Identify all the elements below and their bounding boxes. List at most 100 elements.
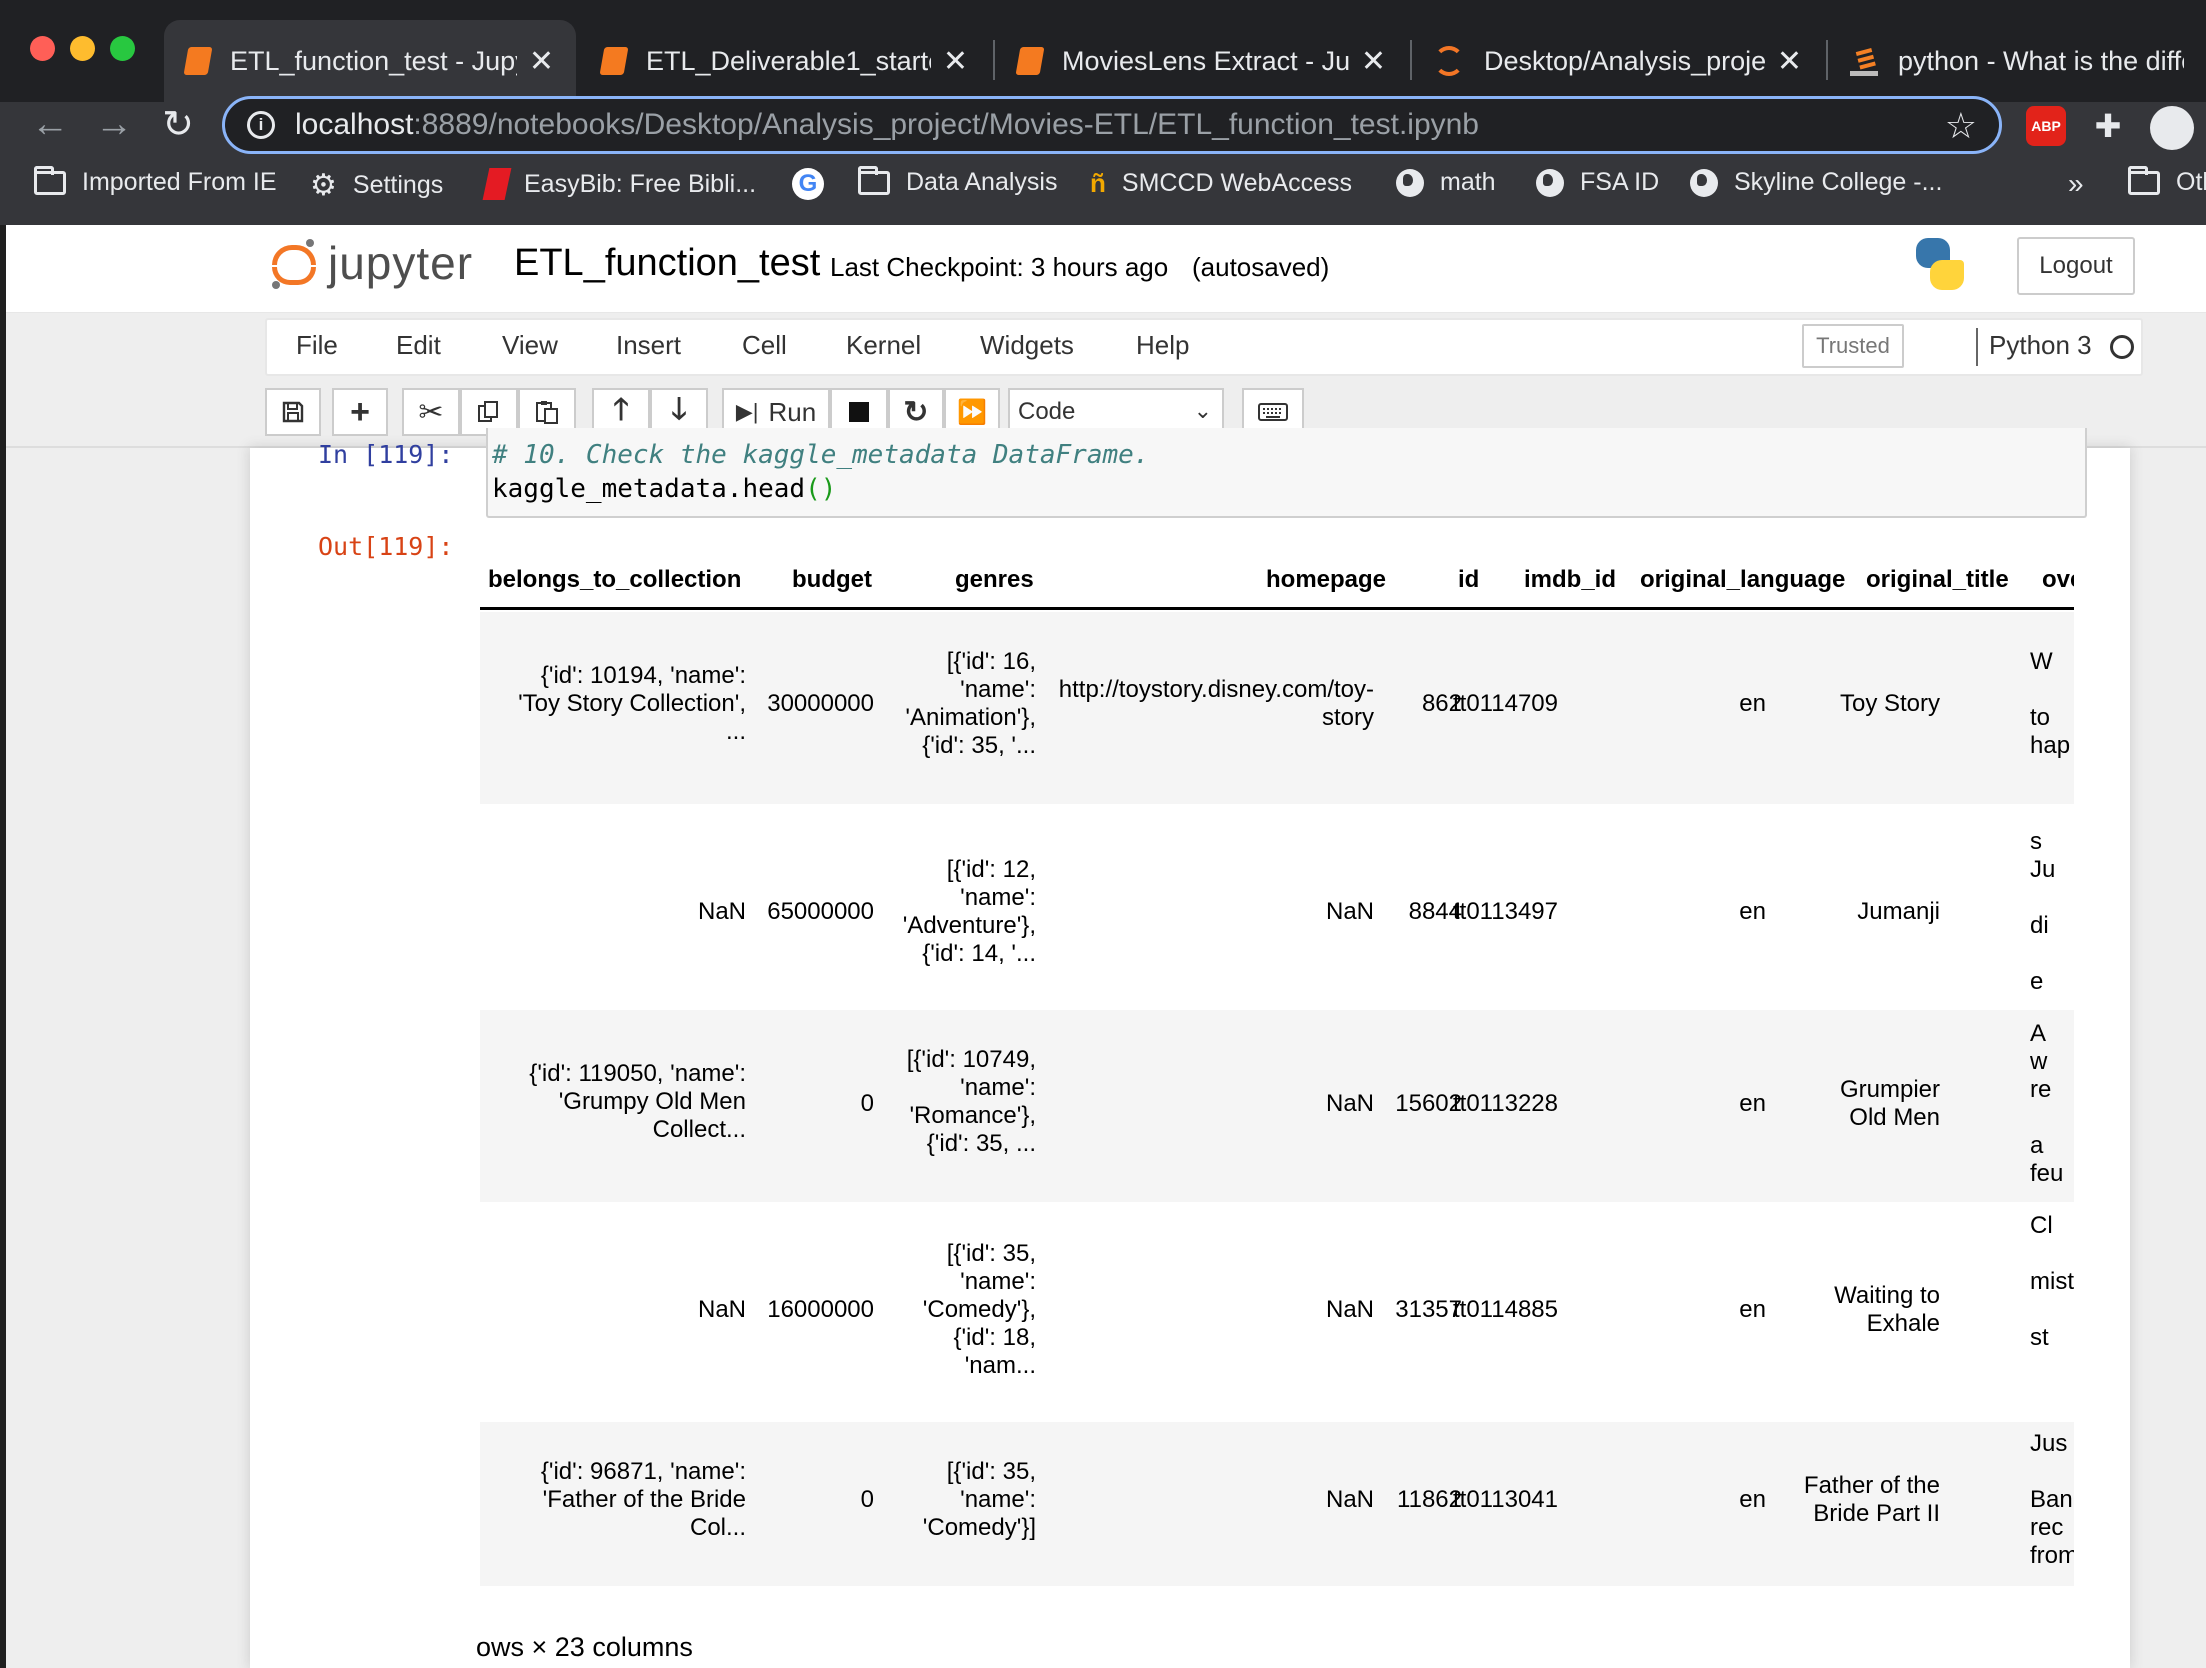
column-header: budget — [792, 566, 872, 593]
paste-icon — [536, 401, 558, 424]
code-statement: kaggle_metadata.head() — [492, 474, 837, 504]
stop-icon — [849, 402, 869, 422]
menu-cell[interactable]: Cell — [742, 330, 787, 361]
bookmark-label: EasyBib: Free Bibli... — [524, 169, 757, 198]
cell-imdb-id: tt0114709 — [1453, 690, 1558, 717]
info-icon[interactable]: i — [247, 111, 275, 139]
table-row: NaN 16000000 [{'id': 35, 'name': 'Comedy… — [480, 1202, 2074, 1422]
folder-icon — [34, 165, 66, 195]
bookmark-imported-from-ie[interactable]: Imported From IE — [34, 165, 277, 197]
dataframe-header: belongs_to_collection budget genres home… — [480, 548, 2074, 610]
smccd-icon: ñ — [1090, 168, 1106, 198]
bookmark-skyline[interactable]: Skyline College -... — [1690, 168, 1942, 197]
menu-file[interactable]: File — [296, 330, 338, 361]
menu-edit[interactable]: Edit — [396, 330, 441, 361]
cell-language: en — [1739, 690, 1766, 717]
bookmark-label: Data Analysis — [906, 168, 1058, 196]
close-icon[interactable]: ✕ — [529, 44, 554, 79]
table-row: NaN 65000000 [{'id': 12, 'name': 'Advent… — [480, 804, 2074, 1010]
kernel-name[interactable]: Python 3 — [1989, 330, 2092, 361]
run-label: Run — [768, 396, 817, 427]
menu-widgets[interactable]: Widgets — [980, 330, 1074, 361]
column-header: belongs_to_collection — [488, 566, 742, 593]
bookmark-settings[interactable]: ⚙ Settings — [310, 168, 443, 203]
close-icon[interactable]: ✕ — [943, 44, 968, 79]
dataframe-shape: ows × 23 columns — [476, 1632, 693, 1662]
cell-homepage: NaN — [1325, 898, 1374, 925]
cell-budget: 0 — [860, 1090, 874, 1117]
gear-icon: ⚙ — [310, 169, 337, 202]
tab-etl-deliverable[interactable]: ETL_Deliverable1_starter_ ✕ — [580, 20, 990, 102]
keyboard-icon — [1258, 403, 1288, 421]
jupyter-logo-text: jupyter — [328, 237, 474, 289]
python-logo-icon — [1912, 236, 1968, 292]
bookmark-smccd[interactable]: ñ SMCCD WebAccess — [1090, 168, 1352, 199]
jupyter-icon — [1434, 46, 1464, 76]
tab-movieslens-extract[interactable]: MoviesLens Extract - Jup ✕ — [996, 20, 1408, 102]
dataframe-output[interactable]: belongs_to_collection budget genres home… — [480, 548, 2074, 1620]
cut-button[interactable]: ✂ — [402, 388, 460, 436]
bookmark-easybib[interactable]: EasyBib: Free Bibli... — [482, 168, 757, 200]
cell-language: en — [1739, 1486, 1766, 1513]
bookmarks-overflow-button[interactable]: » — [2068, 168, 2084, 200]
profile-avatar[interactable] — [2150, 106, 2194, 150]
reload-button[interactable]: ↻ — [156, 102, 200, 146]
copy-icon — [478, 401, 498, 422]
table-row: {'id': 96871, 'name': 'Father of the Bri… — [480, 1422, 2074, 1586]
menu-insert[interactable]: Insert — [616, 330, 681, 361]
notebook-icon — [599, 47, 629, 75]
bookmark-label: FSA ID — [1580, 168, 1660, 196]
cell-overview: s Ju di e — [2030, 828, 2056, 995]
column-header: original_title — [1866, 566, 2009, 593]
jupyter-logo[interactable]: jupyter — [272, 236, 473, 290]
trusted-indicator[interactable]: Trusted — [1802, 324, 1904, 368]
menu-view[interactable]: View — [502, 330, 558, 361]
fast-forward-icon: ⏩ — [957, 398, 987, 426]
close-icon[interactable]: ✕ — [1777, 44, 1802, 79]
close-icon[interactable]: ✕ — [1361, 44, 1386, 79]
cell-title: Toy Story — [1839, 690, 1940, 717]
forward-button[interactable]: → — [92, 102, 136, 146]
insert-cell-button[interactable]: + — [332, 388, 388, 436]
menu-help[interactable]: Help — [1136, 330, 1189, 361]
cell-title: Father of the Bride Part II — [1803, 1472, 1940, 1527]
bookmark-other[interactable]: Oth — [2128, 165, 2206, 197]
cell-overview: A w re a feu — [2030, 1020, 2064, 1187]
bookmark-label: math — [1440, 168, 1496, 196]
cell-collection: NaN — [697, 898, 746, 925]
save-button[interactable] — [265, 388, 321, 436]
column-header: imdb_id — [1524, 566, 1617, 593]
bookmark-math[interactable]: math — [1396, 168, 1496, 197]
cell-overview: W to hap — [2030, 648, 2071, 759]
url-text[interactable]: localhost:8889/notebooks/Desktop/Analysi… — [295, 108, 1479, 142]
minimize-window-button[interactable] — [70, 36, 95, 61]
globe-icon — [1690, 168, 1718, 197]
cell-type-value: Code — [1018, 398, 1076, 425]
cell-language: en — [1739, 1090, 1766, 1117]
tab-etl-function-test[interactable]: ETL_function_test - Jupyt ✕ — [164, 20, 576, 102]
bookmark-label: Oth — [2176, 168, 2206, 196]
bookmark-data-analysis[interactable]: Data Analysis — [858, 165, 1058, 197]
cell-collection: {'id': 119050, 'name': 'Grumpy Old Men C… — [529, 1060, 746, 1143]
close-window-button[interactable] — [30, 36, 55, 61]
bookmark-google[interactable]: G — [792, 168, 840, 200]
menu-kernel[interactable]: Kernel — [846, 330, 921, 361]
maximize-window-button[interactable] — [110, 36, 135, 61]
tab-desktop-analysis[interactable]: Desktop/Analysis_project ✕ — [1412, 20, 1824, 102]
notebook-title[interactable]: ETL_function_test — [514, 242, 820, 285]
tab-python-question[interactable]: python - What is the diffe — [1828, 20, 2206, 102]
address-bar[interactable]: i localhost:8889/notebooks/Desktop/Analy… — [222, 96, 2002, 154]
chevron-down-icon: ⌄ — [1193, 398, 1212, 423]
adblock-plus-icon[interactable]: ABP — [2026, 106, 2066, 146]
tab-separator — [993, 40, 995, 80]
bookmark-fsa-id[interactable]: FSA ID — [1536, 168, 1659, 197]
cell-genres: [{'id': 16, 'name': 'Animation'}, {'id':… — [905, 648, 1036, 759]
back-button[interactable]: ← — [28, 102, 72, 146]
cell-title: Waiting to Exhale — [1834, 1282, 1940, 1337]
column-header: homepage — [1266, 566, 1387, 593]
logout-button[interactable]: Logout — [2017, 237, 2135, 295]
bookmark-star-icon[interactable]: ☆ — [1945, 105, 1977, 147]
cell-language: en — [1739, 898, 1766, 925]
code-editor[interactable]: # 10. Check the kaggle_metadata DataFram… — [486, 428, 2087, 518]
extensions-puzzle-icon[interactable]: ✚ — [2088, 106, 2128, 146]
